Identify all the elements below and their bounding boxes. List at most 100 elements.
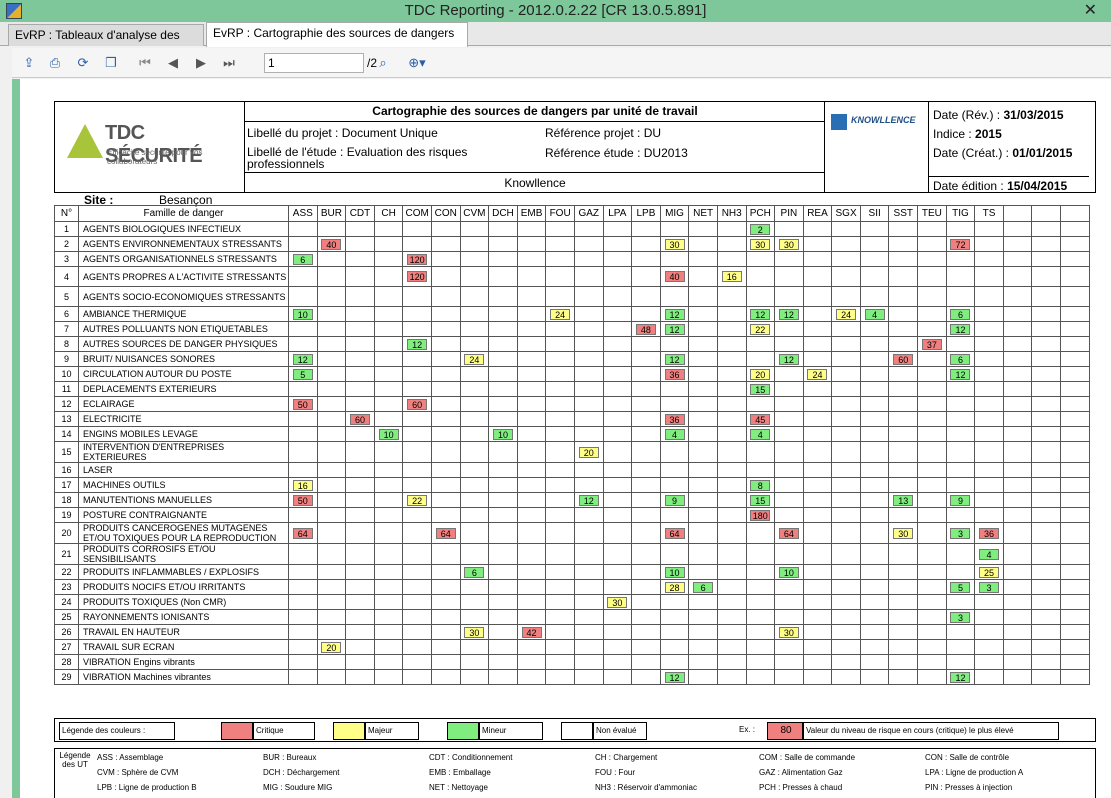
grid-cell [459,366,490,382]
grid-cell [688,609,718,625]
grid-cell [373,507,404,523]
grid-cell [345,639,375,655]
prev-page-icon[interactable]: ◀ [164,54,182,72]
grid-cell [288,411,318,427]
close-icon[interactable]: ✕ [1084,0,1097,22]
grid-cell [802,609,833,625]
grid-cell [516,426,547,442]
risk-value: 180 [750,509,771,521]
grid-cell [288,286,318,307]
grid-cell [545,522,575,544]
grid-cell [573,579,604,595]
grid-cell [316,306,347,322]
grid-cell [316,411,347,427]
grid-cell: 48 [631,321,661,337]
grid-cell [688,251,718,267]
legend-ex-label: Ex. : [739,725,756,734]
last-page-icon[interactable]: ⏭ [220,54,238,72]
grid-cell [430,639,461,655]
col-header: PCH [745,205,776,222]
grid-cell [917,624,947,640]
grid-cell [917,507,947,523]
danger-family: MANUTENTIONS MANUELLES [78,492,289,508]
grid-cell [716,654,747,670]
risk-value: 6 [292,253,313,265]
col-header: NET [688,205,718,222]
col-header [1060,205,1090,222]
grid-cell [373,564,404,580]
grid-cell [545,543,575,565]
zoom-icon[interactable]: ⊕▾ [404,54,430,72]
risk-value: 6 [950,308,971,320]
grid-cell [974,624,1004,640]
grid-cell [1031,266,1062,287]
grid-cell: 6 [945,306,976,322]
grid-cell [288,654,318,670]
grid-cell [402,306,432,322]
grid-cell: 24 [545,306,575,322]
binoculars-icon[interactable]: ⌕ [374,54,392,72]
table-row: 7 AUTRES POLLUANTS NON ETIQUETABLES 48 12 22… [54,321,1090,337]
row-number: 25 [54,609,79,625]
grid-cell [917,236,947,252]
grid-cell: 12 [774,306,804,322]
risk-value: 20 [321,641,342,653]
grid-cell [602,426,633,442]
copy-icon[interactable]: ❐ [102,54,120,72]
grid-cell [402,426,432,442]
row-number: 13 [54,411,79,427]
grid-cell [345,522,375,544]
grid-cell [688,321,718,337]
grid-cell [1031,522,1062,544]
grid-cell: 72 [945,236,976,252]
grid-cell [373,366,404,382]
grid-cell [974,507,1004,523]
grid-cell [974,306,1004,322]
danger-family: AUTRES POLLUANTS NON ETIQUETABLES [78,321,289,337]
tab-cartographie[interactable]: EvRP : Cartographie des sources de dange… [206,22,468,60]
print-icon[interactable]: ⎙ [46,54,64,72]
grid-cell [1060,236,1090,252]
grid-cell [516,221,547,237]
risk-value: 10 [492,428,513,440]
grid-cell [345,236,375,252]
grid-cell [888,306,919,322]
next-page-icon[interactable]: ▶ [192,54,210,72]
grid-cell: 9 [945,492,976,508]
grid-cell [831,286,861,307]
tab-tableaux[interactable]: EvRP : Tableaux d'analyse des risques [8,24,204,62]
grid-cell: 12 [288,351,318,367]
grid-cell [573,381,604,397]
grid-cell [1060,477,1090,493]
risk-value: 4 [979,548,1000,560]
grid-cell [488,366,518,382]
grid-cell [831,522,861,544]
grid-cell [831,411,861,427]
grid-cell [345,321,375,337]
col-header: GAZ [573,205,604,222]
legend-ex-text: Valeur du niveau de risque en cours (cri… [803,722,1059,740]
risk-value: 12 [664,353,685,365]
grid-cell [373,492,404,508]
page-number-input[interactable]: 1 [264,53,364,73]
grid-cell [831,426,861,442]
grid-cell [716,306,747,322]
export-icon[interactable]: ⇪ [20,54,38,72]
grid-cell [516,396,547,412]
grid-cell [1060,336,1090,352]
grid-cell [1002,221,1033,237]
grid-cell [1060,266,1090,287]
refresh-icon[interactable]: ⟳ [74,54,92,72]
grid-cell [945,507,976,523]
grid-cell [288,507,318,523]
grid-cell [631,477,661,493]
grid-cell [1002,507,1033,523]
grid-cell [430,507,461,523]
grid-cell [430,441,461,463]
grid-cell [1060,507,1090,523]
col-header: ASS [288,205,318,222]
danger-family: AGENTS ORGANISATIONNELS STRESSANTS [78,251,289,267]
grid-cell [1060,492,1090,508]
first-page-icon[interactable]: ⏮ [136,54,154,72]
report-viewer[interactable]: TDC SÉCURITÉ Efficacité sécurité pour vo… [20,79,1111,798]
